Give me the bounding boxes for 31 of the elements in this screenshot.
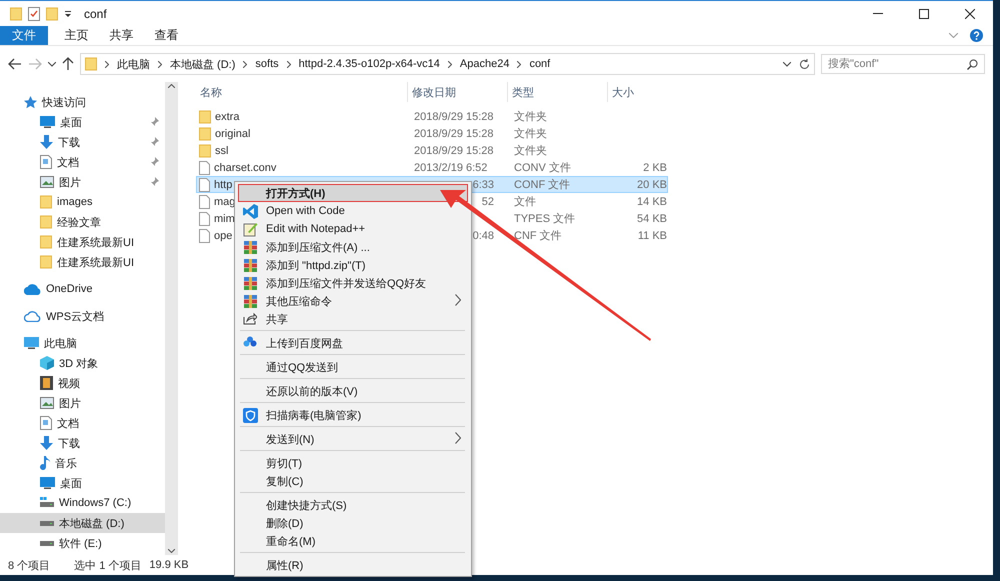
file-type: TYPES 文件 — [514, 212, 576, 226]
file-name: ope — [214, 230, 232, 242]
status-text: 8 个项目 — [8, 558, 50, 572]
file-size: 11 KB — [638, 230, 667, 242]
file-type: 文件夹 — [514, 144, 547, 158]
file-size: 54 KB — [637, 212, 667, 224]
modified-date: 52 — [482, 196, 494, 208]
file-type: 文件夹 — [514, 126, 547, 141]
file-type: CNF 文件 — [514, 228, 562, 243]
modified-date: 6:33 — [472, 178, 494, 190]
file-name: http — [214, 178, 232, 190]
modified-date: 2018/9/29 15:28 — [414, 128, 494, 140]
file-size: 20 KB — [637, 178, 667, 190]
file-type: 文件 — [514, 194, 536, 209]
file-name: original — [215, 128, 250, 140]
modified-date: 0:48 — [472, 230, 494, 242]
status-text: 选中 1 个项目 — [74, 558, 142, 572]
file-size: 2 KB — [643, 162, 667, 174]
file-type: 文件夹 — [514, 110, 547, 124]
file-name: mim — [214, 212, 235, 224]
file-type: CONF 文件 — [514, 178, 570, 192]
window-title: conf — [84, 6, 107, 20]
modified-date: 2013/2/19 6:52 — [414, 162, 488, 174]
file-name: charset.conv — [214, 162, 276, 174]
file-size: 14 KB — [637, 196, 667, 208]
status-text: 19.9 KB — [149, 559, 189, 571]
modified-date: 2018/9/29 15:28 — [414, 110, 494, 122]
file-name: extra — [215, 110, 240, 122]
modified-date: 2018/9/29 15:28 — [414, 144, 494, 156]
file-name: ssl — [215, 144, 228, 156]
file-type: CONV 文件 — [514, 160, 571, 175]
